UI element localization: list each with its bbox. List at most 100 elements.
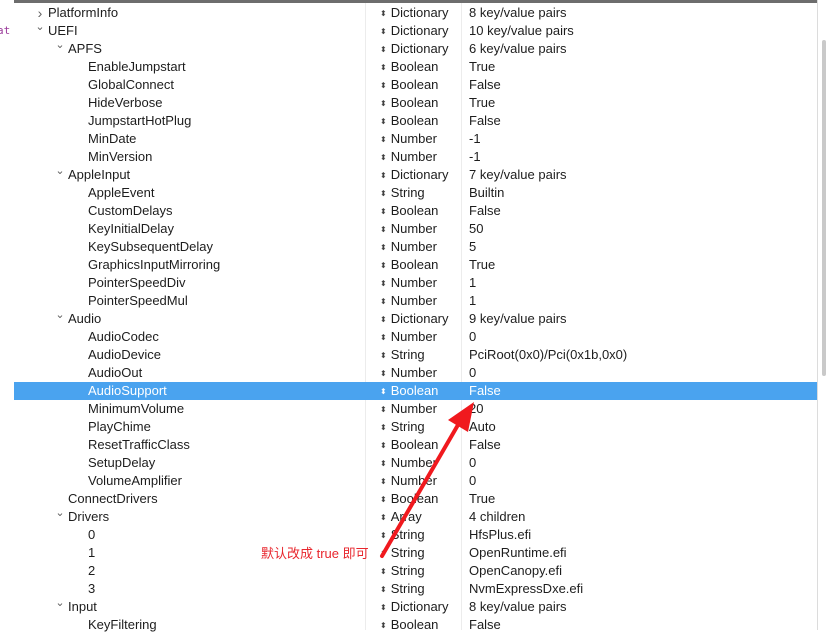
row-key[interactable]: AudioCodec xyxy=(88,328,159,346)
plist-row[interactable]: AudioCodec ⬍ Number 0 xyxy=(14,328,817,346)
plist-row[interactable]: GraphicsInputMirroring ⬍ Boolean True xyxy=(14,256,817,274)
row-value[interactable]: False xyxy=(469,436,501,454)
row-key[interactable]: SetupDelay xyxy=(88,454,155,472)
row-value[interactable]: Auto xyxy=(469,418,496,436)
disclosure-expanded-icon[interactable]: ⌄ xyxy=(54,36,66,54)
row-key[interactable]: Drivers xyxy=(68,508,109,526)
row-value[interactable]: True xyxy=(469,58,495,76)
row-key[interactable]: PointerSpeedMul xyxy=(88,292,188,310)
row-type-selector[interactable]: ⬍ String xyxy=(380,184,425,203)
row-type-selector[interactable]: ⬍ Number xyxy=(380,472,437,491)
row-type-selector[interactable]: ⬍ Boolean xyxy=(380,112,438,131)
disclosure-expanded-icon[interactable]: ⌄ xyxy=(54,162,66,180)
row-key[interactable]: 0 xyxy=(88,526,95,544)
plist-row[interactable]: AppleEvent ⬍ String Builtin xyxy=(14,184,817,202)
row-value[interactable]: 0 xyxy=(469,454,476,472)
row-key[interactable]: HideVerbose xyxy=(88,94,162,112)
row-key[interactable]: KeySubsequentDelay xyxy=(88,238,213,256)
row-value[interactable]: True xyxy=(469,256,495,274)
row-type-selector[interactable]: ⬍ Boolean xyxy=(380,94,438,113)
row-type-selector[interactable]: ⬍ Boolean xyxy=(380,202,438,221)
row-type-selector[interactable]: ⬍ Boolean xyxy=(380,382,438,401)
row-key[interactable]: Audio xyxy=(68,310,101,328)
row-value[interactable]: OpenRuntime.efi xyxy=(469,544,567,562)
row-value[interactable]: 8 key/value pairs xyxy=(469,4,567,22)
row-type-selector[interactable]: ⬍ String xyxy=(380,346,425,365)
row-value[interactable]: 0 xyxy=(469,364,476,382)
row-value[interactable]: 0 xyxy=(469,328,476,346)
plist-row[interactable]: AudioDevice ⬍ String PciRoot(0x0)/Pci(0x1b,… xyxy=(14,346,817,364)
row-key[interactable]: CustomDelays xyxy=(88,202,173,220)
row-type-selector[interactable]: ⬍ String xyxy=(380,544,425,563)
row-key[interactable]: PointerSpeedDiv xyxy=(88,274,186,292)
row-type-selector[interactable]: ⬍ Dictionary xyxy=(380,598,449,617)
row-type-selector[interactable]: ⬍ Number xyxy=(380,220,437,239)
row-type-selector[interactable]: ⬍ Dictionary xyxy=(380,40,449,59)
row-type-selector[interactable]: ⬍ String xyxy=(380,580,425,599)
plist-row[interactable]: MinDate ⬍ Number -1 xyxy=(14,130,817,148)
row-key[interactable]: MinVersion xyxy=(88,148,152,166)
row-key[interactable]: GlobalConnect xyxy=(88,76,174,94)
row-value[interactable]: True xyxy=(469,94,495,112)
plist-row[interactable]: AudioSupport ⬍ Boolean False xyxy=(14,382,817,400)
row-key[interactable]: 1 xyxy=(88,544,95,562)
row-type-selector[interactable]: ⬍ Number xyxy=(380,130,437,149)
plist-row[interactable]: KeyInitialDelay ⬍ Number 50 xyxy=(14,220,817,238)
plist-row[interactable]: PointerSpeedDiv ⬍ Number 1 xyxy=(14,274,817,292)
disclosure-expanded-icon[interactable]: ⌄ xyxy=(54,306,66,324)
row-type-selector[interactable]: ⬍ String xyxy=(380,562,425,581)
row-value[interactable]: NvmExpressDxe.efi xyxy=(469,580,583,598)
row-value[interactable]: 1 xyxy=(469,292,476,310)
row-type-selector[interactable]: ⬍ Number xyxy=(380,364,437,383)
row-key[interactable]: 3 xyxy=(88,580,95,598)
disclosure-expanded-icon[interactable]: ⌄ xyxy=(34,18,46,36)
row-type-selector[interactable]: ⬍ Boolean xyxy=(380,76,438,95)
row-type-selector[interactable]: ⬍ Number xyxy=(380,292,437,311)
row-key[interactable]: AppleEvent xyxy=(88,184,155,202)
plist-row[interactable]: ⌄ AppleInput ⬍ Dictionary 7 key/value pairs xyxy=(14,165,817,184)
row-type-selector[interactable]: ⬍ Number xyxy=(380,274,437,293)
row-key[interactable]: 2 xyxy=(88,562,95,580)
row-value[interactable]: 7 key/value pairs xyxy=(469,166,567,184)
row-type-selector[interactable]: ⬍ Number xyxy=(380,148,437,167)
row-value[interactable]: False xyxy=(469,112,501,130)
plist-row[interactable]: EnableJumpstart ⬍ Boolean True xyxy=(14,58,817,76)
row-type-selector[interactable]: ⬍ Array xyxy=(380,508,422,527)
plist-row[interactable]: ResetTrafficClass ⬍ Boolean False xyxy=(14,436,817,454)
row-type-selector[interactable]: ⬍ Number xyxy=(380,238,437,257)
plist-row[interactable]: MinVersion ⬍ Number -1 xyxy=(14,148,817,166)
row-value[interactable]: False xyxy=(469,76,501,94)
row-key[interactable]: EnableJumpstart xyxy=(88,58,186,76)
row-type-selector[interactable]: ⬍ String xyxy=(380,526,425,545)
row-key[interactable]: AudioDevice xyxy=(88,346,161,364)
row-value[interactable]: 10 key/value pairs xyxy=(469,22,574,40)
row-type-selector[interactable]: ⬍ Dictionary xyxy=(380,310,449,329)
plist-row[interactable]: ConnectDrivers ⬍ Boolean True xyxy=(14,490,817,508)
row-value[interactable]: 50 xyxy=(469,220,483,238)
row-value[interactable]: 20 xyxy=(469,400,483,418)
row-key[interactable]: MinimumVolume xyxy=(88,400,184,418)
row-value[interactable]: 0 xyxy=(469,472,476,490)
row-type-selector[interactable]: ⬍ Boolean xyxy=(380,58,438,77)
disclosure-expanded-icon[interactable]: ⌄ xyxy=(54,594,66,612)
row-type-selector[interactable]: ⬍ Dictionary xyxy=(380,4,449,23)
plist-row[interactable]: KeyFiltering ⬍ Boolean False xyxy=(14,616,817,634)
row-type-selector[interactable]: ⬍ Number xyxy=(380,454,437,473)
scrollbar-thumb[interactable] xyxy=(822,40,826,376)
row-key[interactable]: AppleInput xyxy=(68,166,130,184)
plist-row[interactable]: ⌄ Audio ⬍ Dictionary 9 key/value pairs xyxy=(14,309,817,329)
row-key[interactable]: KeyFiltering xyxy=(88,616,157,634)
row-key[interactable]: KeyInitialDelay xyxy=(88,220,174,238)
row-key[interactable]: PlayChime xyxy=(88,418,151,436)
row-value[interactable]: False xyxy=(469,202,501,220)
row-value[interactable]: -1 xyxy=(469,130,481,148)
row-type-selector[interactable]: ⬍ Boolean xyxy=(380,256,438,275)
row-value[interactable]: 9 key/value pairs xyxy=(469,310,567,328)
row-value[interactable]: OpenCanopy.efi xyxy=(469,562,562,580)
plist-row[interactable]: ⌄ UEFI ⬍ Dictionary 10 key/value pairs xyxy=(14,21,817,40)
vertical-scrollbar[interactable] xyxy=(817,0,827,630)
row-value[interactable]: False xyxy=(469,382,501,400)
row-key[interactable]: AudioSupport xyxy=(88,382,167,400)
row-key[interactable]: MinDate xyxy=(88,130,136,148)
plist-row[interactable]: 0 ⬍ String HfsPlus.efi xyxy=(14,526,817,544)
